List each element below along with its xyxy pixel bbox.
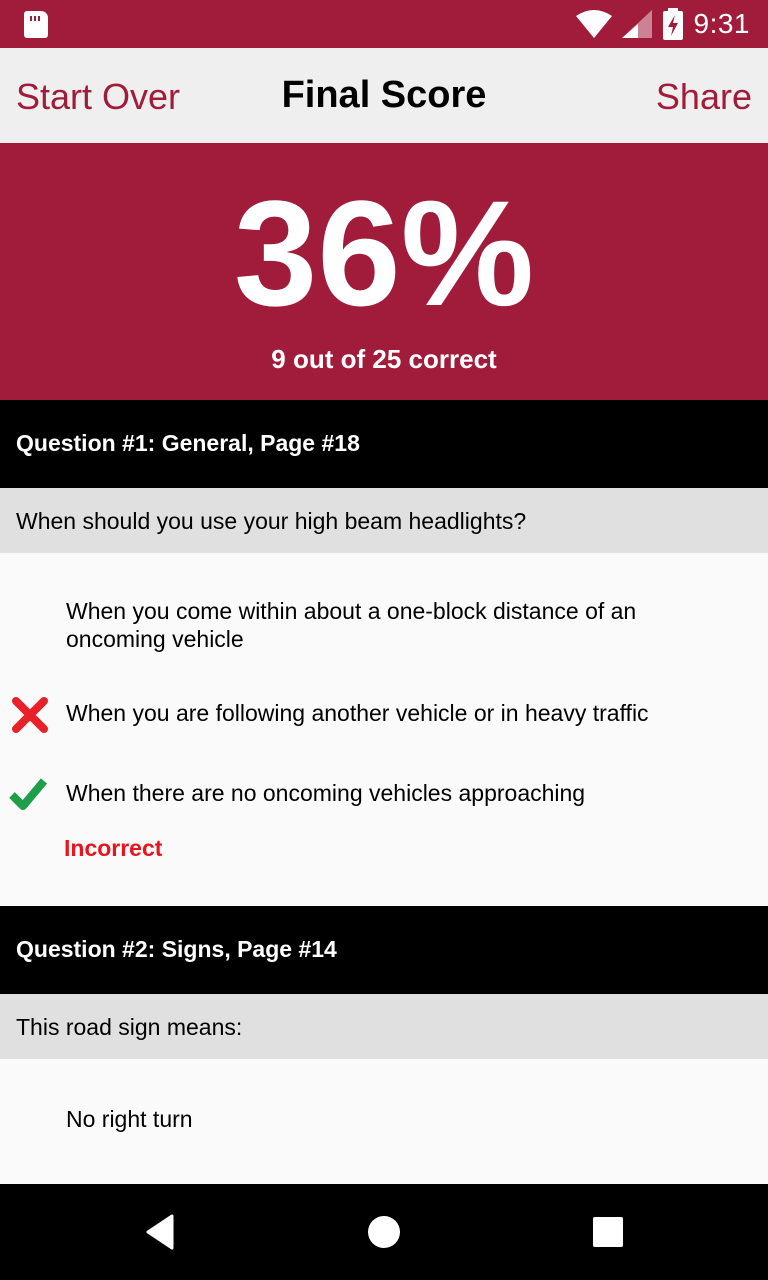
- score-summary: 9 out of 25 correct: [271, 344, 497, 374]
- navigation-bar: [0, 1184, 768, 1280]
- answer-option[interactable]: No right turn: [0, 1105, 768, 1184]
- recents-button[interactable]: [560, 1184, 656, 1280]
- back-button[interactable]: [112, 1184, 208, 1280]
- answer-text: When there are no oncoming vehicles appr…: [66, 780, 586, 806]
- cell-signal-icon: [621, 10, 652, 38]
- answer-text: No right turn: [66, 1106, 193, 1132]
- app-bar: Start Over Final Score Share: [0, 48, 768, 144]
- question-header: Question #1: General, Page #18: [0, 400, 768, 488]
- back-icon: [146, 1214, 174, 1250]
- result-label: Incorrect: [64, 835, 163, 861]
- recents-icon: [593, 1217, 623, 1247]
- battery-charging-icon: [662, 8, 683, 40]
- home-icon: [368, 1216, 400, 1248]
- answer-list: When you come within about a one-block d…: [0, 553, 768, 906]
- question-prompt: When should you use your high beam headl…: [0, 488, 768, 553]
- wifi-icon: [575, 10, 612, 38]
- answer-text: When you are following another vehicle o…: [66, 700, 649, 726]
- share-button[interactable]: Share: [656, 76, 752, 118]
- answer-text: When you come within about a one-block d…: [66, 598, 637, 652]
- sd-card-icon: [24, 11, 48, 38]
- answer-list: No right turn: [0, 1059, 768, 1184]
- score-percent: 36%: [233, 169, 535, 337]
- question-card: Question #2: Signs, Page #14 This road s…: [0, 906, 768, 1184]
- correct-check-icon: [9, 778, 48, 810]
- clock: 9:31: [693, 8, 750, 39]
- answer-option[interactable]: When you come within about a one-block d…: [0, 597, 768, 699]
- wrong-x-icon: [12, 697, 48, 733]
- question-card: Question #1: General, Page #18 When shou…: [0, 400, 768, 906]
- score-banner: 36% 9 out of 25 correct: [0, 144, 768, 400]
- question-header: Question #2: Signs, Page #14: [0, 906, 768, 994]
- question-prompt: This road sign means:: [0, 994, 768, 1059]
- page-title: Final Score: [281, 74, 487, 116]
- answer-option[interactable]: When you are following another vehicle o…: [0, 697, 768, 779]
- status-icons: 9:31: [575, 0, 751, 48]
- results-list[interactable]: Question #1: General, Page #18 When shou…: [0, 400, 768, 1184]
- answer-option[interactable]: When there are no oncoming vehicles appr…: [0, 778, 768, 835]
- home-button[interactable]: [336, 1184, 432, 1280]
- status-bar: 9:31: [0, 0, 768, 48]
